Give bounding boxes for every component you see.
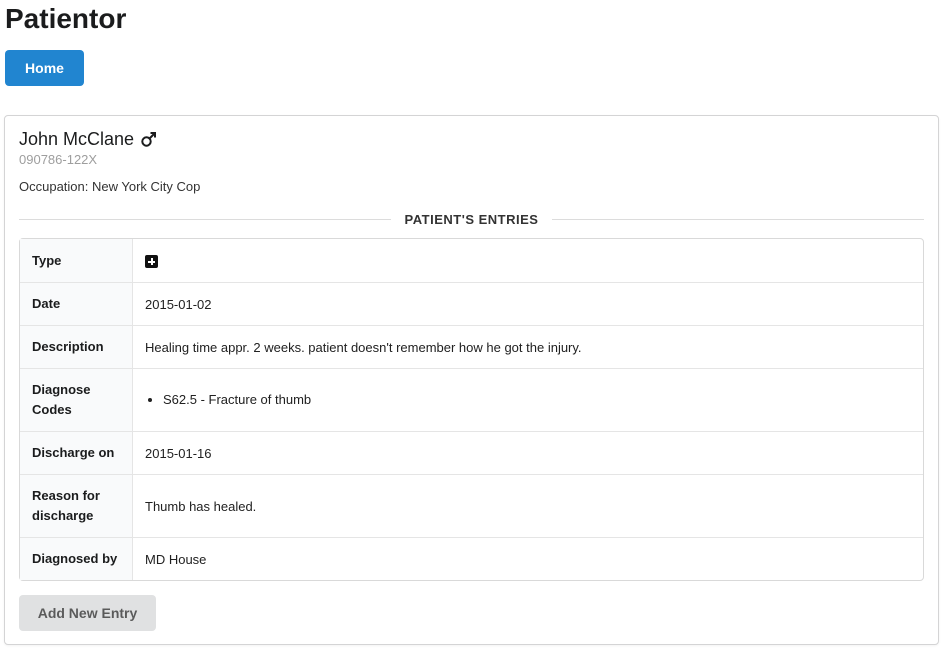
diagnosed-by-value: MD House [133,537,923,580]
entries-heading: PATIENT'S ENTRIES [404,211,539,227]
date-label: Date [20,282,133,325]
diagnosed-by-label: Diagnosed by [20,537,133,580]
discharge-value: 2015-01-16 [133,431,923,474]
app-title: Patientor [5,3,127,34]
table-row: Diagnose Codes S62.5 - Fracture of thumb [20,368,923,431]
patient-ssn: 090786-122X [19,152,98,167]
home-button[interactable]: Home [5,50,84,86]
diagnose-codes-list: S62.5 - Fracture of thumb [145,390,911,410]
plus-square-icon [145,255,158,269]
diagnose-code-item: S62.5 - Fracture of thumb [163,390,911,410]
entries-divider: PATIENT'S ENTRIES [19,209,924,229]
table-row: Reason for discharge Thumb has healed. [20,474,923,537]
table-row: Type [20,239,923,282]
patient-occupation: Occupation: New York City Cop [19,179,201,194]
diagnose-codes-value: S62.5 - Fracture of thumb [133,368,923,431]
diagnose-codes-label: Diagnose Codes [20,368,133,431]
date-value: 2015-01-02 [133,282,923,325]
description-label: Description [20,325,133,368]
reason-value: Thumb has healed. [133,474,923,537]
patient-name: John McClane [19,129,135,149]
type-label: Type [20,239,133,282]
type-value [133,239,923,282]
table-row: Description Healing time appr. 2 weeks. … [20,325,923,368]
reason-label: Reason for discharge [20,474,133,537]
entry-table: Type Date 2015-01-02 Description Healing… [19,238,924,581]
male-icon [140,130,158,148]
patient-header: John McClane [19,128,158,150]
discharge-label: Discharge on [20,431,133,474]
patient-card: John McClane 090786-122X Occupation: New… [4,115,939,645]
table-row: Diagnosed by MD House [20,537,923,580]
table-row: Discharge on 2015-01-16 [20,431,923,474]
add-entry-button[interactable]: Add New Entry [19,595,156,631]
table-row: Date 2015-01-02 [20,282,923,325]
description-value: Healing time appr. 2 weeks. patient does… [133,325,923,368]
